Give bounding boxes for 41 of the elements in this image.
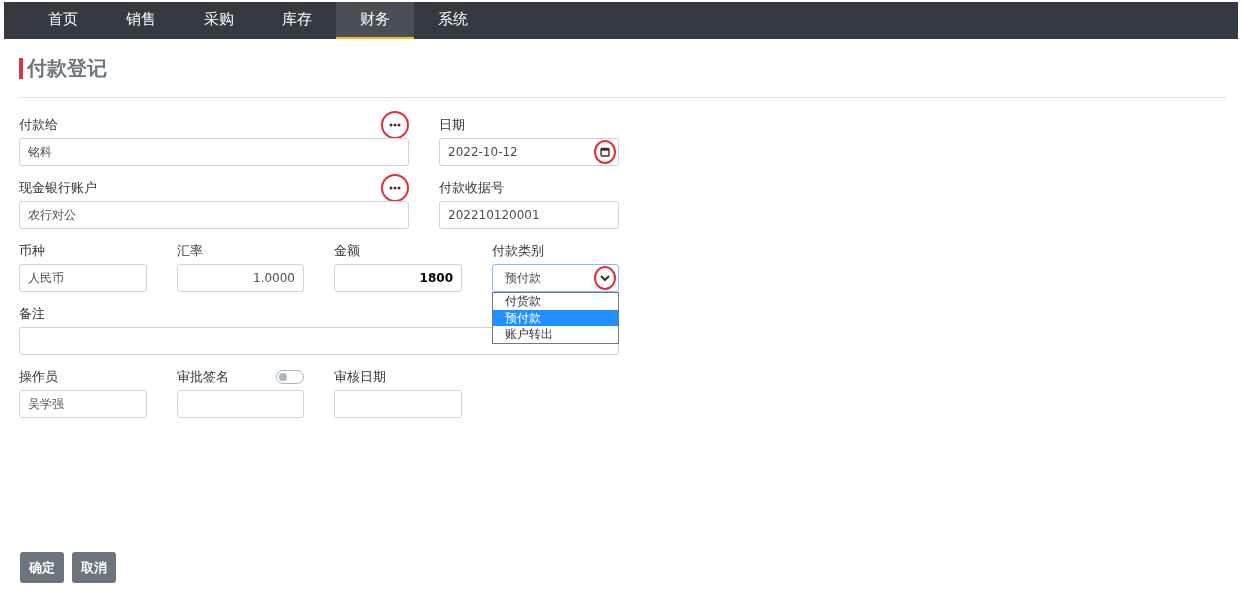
calendar-icon[interactable] xyxy=(594,140,616,164)
field-label: 币种 xyxy=(19,242,45,260)
field-label: 付款类别 xyxy=(492,242,544,260)
field-label: 汇率 xyxy=(177,242,203,260)
nav-tab[interactable]: 财务 xyxy=(336,2,414,39)
form-button[interactable]: 取消 xyxy=(72,552,116,583)
page-title: 付款登记 xyxy=(27,54,107,82)
field-label: 现金银行账户 xyxy=(19,179,97,197)
form-button[interactable]: 确定 xyxy=(20,552,64,583)
chevron-down-icon xyxy=(594,266,616,290)
input-field[interactable]: 农行对公 xyxy=(19,201,409,229)
nav-tab[interactable]: 库存 xyxy=(258,2,336,39)
field-label: 操作员 xyxy=(19,368,58,386)
field-label: 审核日期 xyxy=(334,368,386,386)
nav-tab[interactable]: 销售 xyxy=(102,2,180,39)
input-field[interactable]: 人民币 xyxy=(19,264,147,292)
title-accent xyxy=(19,57,23,79)
nav-tab[interactable]: 首页 xyxy=(24,2,102,39)
field-label: 备注 xyxy=(19,305,45,323)
more-button[interactable] xyxy=(381,111,409,139)
dropdown-option[interactable]: 付货款 xyxy=(493,293,618,310)
toggle-switch[interactable] xyxy=(276,370,304,384)
field-label: 付款收据号 xyxy=(439,179,504,197)
input-field[interactable]: 1800 xyxy=(334,264,462,292)
field-label: 日期 xyxy=(439,116,465,134)
field-label: 审批签名 xyxy=(177,368,229,386)
ellipsis-icon xyxy=(389,123,401,127)
input-field[interactable] xyxy=(334,390,462,418)
input-field[interactable]: 202210120001 xyxy=(439,201,619,229)
input-field[interactable]: 1.0000 xyxy=(177,264,304,292)
field-label: 金额 xyxy=(334,242,360,260)
ellipsis-icon xyxy=(389,186,401,190)
input-field[interactable] xyxy=(177,390,304,418)
input-field[interactable]: 吴学强 xyxy=(19,390,147,418)
date-field[interactable]: 2022-10-12 xyxy=(439,138,619,166)
more-button[interactable] xyxy=(381,174,409,202)
nav-tab[interactable]: 采购 xyxy=(180,2,258,39)
dropdown-option[interactable]: 账户转出 xyxy=(493,326,618,343)
field-label: 付款给 xyxy=(19,116,58,134)
nav-tab[interactable]: 系统 xyxy=(414,2,492,39)
input-field[interactable]: 铭科 xyxy=(19,138,409,166)
